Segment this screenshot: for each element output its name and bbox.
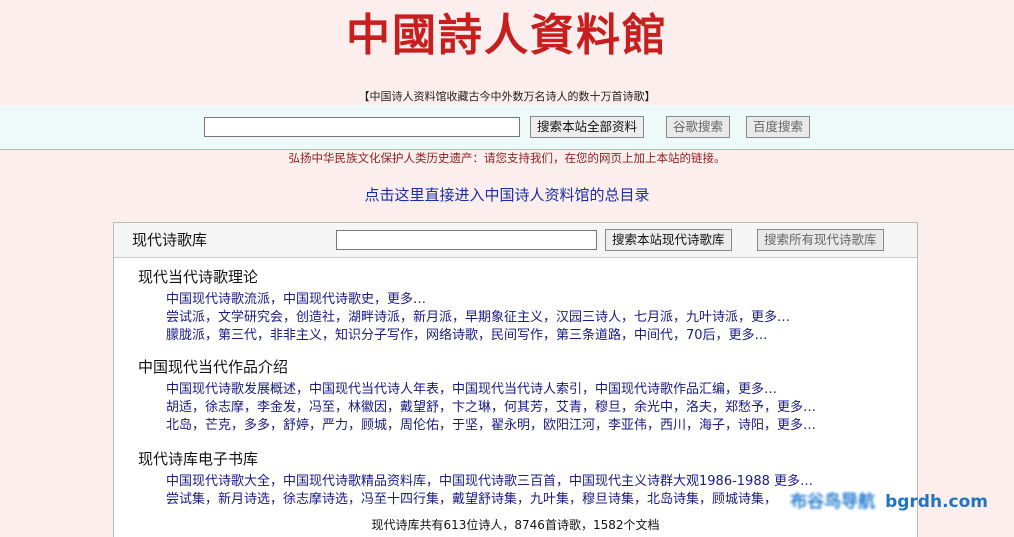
link-line[interactable]: 尝试派，文学研究会，创造社，湖畔诗派，新月派，早期象征主义，汉园三诗人，七月派，… bbox=[138, 309, 790, 327]
watermark-url: bgrdh.com bbox=[885, 492, 988, 512]
search-all-libraries-button[interactable]: 搜索所有现代诗歌库 bbox=[757, 229, 884, 251]
site-logo[interactable]: 中國詩人資料館 bbox=[0, 6, 1014, 66]
site-search-input[interactable] bbox=[204, 117, 520, 137]
google-search-button[interactable]: 谷歌搜索 bbox=[666, 116, 731, 138]
site-search-bar: 搜索本站全部资料 谷歌搜索 百度搜索 bbox=[0, 105, 1014, 150]
section-ebook-library: 现代诗库电子书库 中国现代诗歌大全，中国现代诗歌精品资料库，中国现代诗歌三百首，… bbox=[138, 450, 813, 509]
link-line[interactable]: 北岛，芒克，多多，舒婷，严力，顾城，周伦佑，于坚，翟永明，欧阳江河，李亚伟，西川… bbox=[138, 417, 816, 435]
link-line[interactable]: 朦胧派，第三代，非非主义，知识分子写作，网络诗歌，民间写作，第三条道路，中间代，… bbox=[138, 327, 790, 345]
section-title[interactable]: 中国现代当代作品介绍 bbox=[138, 358, 816, 376]
site-tagline: 【中国诗人资料馆收藏古今中外数万名诗人的数十万首诗歌】 bbox=[358, 90, 656, 103]
baidu-search-button[interactable]: 百度搜索 bbox=[746, 116, 811, 138]
support-appeal-text: 弘扬中华民族文化保护人类历史遗产：请您支持我们，在您的网页上加上本站的链接。 bbox=[288, 151, 726, 165]
link-line[interactable]: 中国现代诗歌大全，中国现代诗歌精品资料库，中国现代诗歌三百首，中国现代主义诗群大… bbox=[138, 473, 813, 491]
watermark-blurred-text: 布谷鸟导航 bbox=[790, 492, 876, 512]
library-stats: 现代诗库共有613位诗人，8746首诗歌，1582个文档 bbox=[371, 518, 660, 532]
panel-header: 现代诗歌库 搜索本站现代诗歌库 搜索所有现代诗歌库 bbox=[114, 223, 917, 258]
section-works-introduction: 中国现代当代作品介绍 中国现代诗歌发展概述，中国现代当代诗人年表，中国现代当代诗… bbox=[138, 358, 816, 435]
poetry-search-input[interactable] bbox=[336, 230, 597, 250]
section-poetry-theory: 现代当代诗歌理论 中国现代诗歌流派，中国现代诗歌史，更多… 尝试派，文学研究会，… bbox=[138, 268, 790, 345]
main-directory-link[interactable]: 点击这里直接进入中国诗人资料馆的总目录 bbox=[0, 184, 1014, 205]
link-line[interactable]: 中国现代诗歌流派，中国现代诗歌史，更多… bbox=[138, 291, 790, 309]
search-site-button[interactable]: 搜索本站全部资料 bbox=[530, 116, 645, 138]
link-line[interactable]: 尝试集，新月诗选，徐志摩诗选，冯至十四行集，戴望舒诗集，九叶集，穆旦诗集，北岛诗… bbox=[138, 491, 813, 509]
watermark: 布谷鸟导航 bgrdh.com bbox=[790, 487, 988, 512]
section-title[interactable]: 现代当代诗歌理论 bbox=[138, 268, 790, 286]
link-line[interactable]: 中国现代诗歌发展概述，中国现代当代诗人年表，中国现代当代诗人索引，中国现代诗歌作… bbox=[138, 381, 816, 399]
link-line[interactable]: 胡适，徐志摩，李金发，冯至，林徽因，戴望舒，卞之琳，何其芳，艾青，穆旦，余光中，… bbox=[138, 399, 816, 417]
search-library-button[interactable]: 搜索本站现代诗歌库 bbox=[605, 229, 732, 251]
panel-title: 现代诗歌库 bbox=[132, 231, 208, 249]
section-title[interactable]: 现代诗库电子书库 bbox=[138, 450, 813, 468]
